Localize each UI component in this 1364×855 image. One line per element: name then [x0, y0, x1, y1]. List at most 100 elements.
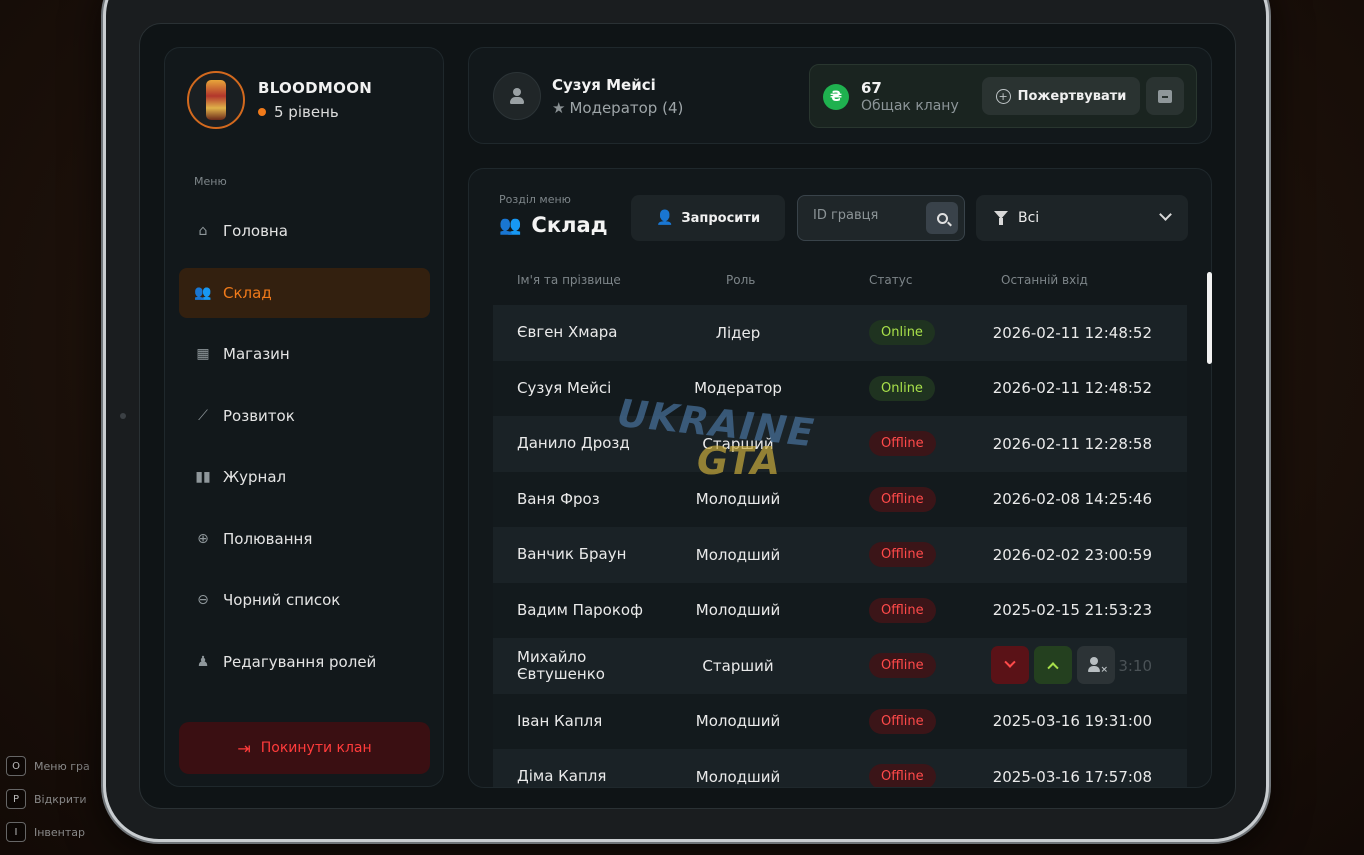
member-last-login: 2026-02-11 12:48:52: [992, 379, 1152, 398]
hint-inventory: I Інвентар: [6, 822, 85, 842]
demote-button[interactable]: [991, 646, 1029, 684]
chevron-up-icon: [1047, 662, 1059, 674]
page-title: 👥 Склад: [499, 213, 608, 237]
sidebar-item-edit-roles[interactable]: ♟ Редагування ролей: [179, 637, 430, 687]
sidebar-item-home[interactable]: ⌂ Головна: [179, 206, 430, 256]
sidebar-item-label: Чорний список: [223, 591, 341, 609]
section-caption: Розділ меню: [499, 193, 571, 206]
status-badge: Offline: [869, 486, 936, 512]
sidebar-item-label: Розвиток: [223, 406, 295, 425]
status-badge: Offline: [869, 764, 936, 787]
chevron-down-icon: [1159, 208, 1172, 221]
sidebar-item-label: Редагування ролей: [223, 652, 377, 671]
treasury-amount: 67: [861, 79, 882, 97]
user-settings-icon: ♟: [196, 653, 210, 670]
table-row[interactable]: Вадим Парокоф Молодший Offline 2025-02-1…: [493, 582, 1187, 638]
star-icon: ★: [552, 98, 566, 117]
clan-level-text: 5 рівень: [274, 103, 339, 121]
leave-clan-button[interactable]: ⇥ Покинути клан: [179, 722, 430, 774]
hint-key: P: [6, 789, 26, 809]
clan-level: 5 рівень: [258, 103, 372, 121]
table-row[interactable]: Данило Дрозд Старший Offline 2026-02-11 …: [493, 416, 1187, 472]
invite-label: Запросити: [681, 210, 761, 226]
hint-open: P Відкрити: [6, 789, 87, 809]
status-badge: Online: [869, 320, 935, 346]
table-row[interactable]: Сузуя Мейсі Модератор Online 2026-02-11 …: [493, 360, 1187, 416]
sidebar-item-label: Головна: [223, 222, 288, 240]
status-badge: Offline: [869, 542, 936, 568]
hint-label: Відкрити: [34, 792, 87, 806]
member-role: Старший: [702, 656, 774, 675]
column-header-role: Роль: [726, 273, 756, 287]
status-filter-dropdown[interactable]: Всі: [976, 195, 1188, 241]
hint-key: O: [6, 756, 26, 776]
scrollbar[interactable]: [1207, 272, 1212, 364]
player-id-search: [797, 195, 965, 241]
treasury-label: Общак клану: [861, 98, 959, 114]
member-role: Молодший: [695, 545, 781, 564]
basket-icon: ▦: [196, 346, 210, 362]
sidebar-item-label: Склад: [223, 283, 272, 302]
member-role: Лідер: [715, 323, 761, 342]
table-row[interactable]: Ванчик Браун Молодший Offline 2026-02-02…: [493, 527, 1187, 583]
current-user: Сузуя Мейсі ★ Модератор (4): [493, 72, 683, 120]
crosshair-icon: ⊕: [197, 530, 209, 547]
plus-circle-icon: +: [995, 88, 1011, 104]
table-row[interactable]: Ваня Фроз Молодший Offline 2026-02-08 14…: [493, 471, 1187, 527]
member-name: Євген Хмара: [517, 323, 618, 342]
add-user-icon: 👤: [655, 210, 674, 226]
invite-button[interactable]: 👤 Запросити: [631, 195, 785, 241]
search-button[interactable]: [926, 202, 958, 234]
table-row[interactable]: Іван Капля Молодший Offline 2025-03-16 1…: [493, 693, 1187, 749]
sidebar-item-journal[interactable]: ▮▮ Журнал: [179, 452, 430, 502]
status-badge: Offline: [869, 431, 936, 457]
member-name: Діма Капля: [517, 767, 607, 786]
hint-label: Інвентар: [34, 825, 86, 839]
hint-game-menu: O Меню гра: [6, 756, 90, 776]
sidebar-item-label: Журнал: [223, 468, 287, 486]
member-role: Молодший: [695, 601, 781, 620]
player-id-input[interactable]: [813, 208, 923, 223]
chart-icon: ⟋: [198, 407, 208, 424]
hint-label: Меню гра: [34, 759, 90, 773]
leave-clan-label: Покинути клан: [260, 740, 372, 756]
donate-label: Пожертвувати: [1017, 88, 1127, 104]
sidebar-item-label: Магазин: [223, 345, 290, 363]
member-role: Молодший: [695, 712, 781, 731]
members-table: Євген Хмара Лідер Online 2026-02-11 12:4…: [493, 305, 1187, 787]
home-icon: ⌂: [198, 223, 208, 239]
sidebar-item-development[interactable]: ⟋ Розвиток: [179, 391, 430, 441]
roster-panel: Розділ меню 👥 Склад 👤 Запросити Всі Ім': [468, 168, 1212, 788]
row-actions: ×: [991, 646, 1115, 684]
table-row[interactable]: Євген Хмара Лідер Online 2026-02-11 12:4…: [493, 305, 1187, 361]
member-name: Вадим Парокоф: [517, 600, 643, 619]
promote-button[interactable]: [1034, 646, 1072, 684]
member-role: Старший: [702, 434, 774, 453]
sidebar-item-hunting[interactable]: ⊕ Полювання: [179, 514, 430, 564]
book-icon: ▮▮: [195, 469, 211, 485]
donate-button[interactable]: + Пожертвувати: [982, 77, 1140, 115]
tablet-screen: BLOODMOON 5 рівень Меню ⌂ Головна 👥 Скла…: [139, 23, 1236, 809]
archive-button[interactable]: [1146, 77, 1184, 115]
level-dot-icon: [258, 108, 266, 116]
sidebar-item-label: Полювання: [223, 529, 313, 548]
member-name: Ваня Фроз: [517, 489, 600, 508]
hint-key: I: [6, 822, 26, 842]
clan-name: BLOODMOON: [258, 79, 373, 97]
remove-user-icon: ×: [1088, 657, 1108, 675]
tablet-frame: BLOODMOON 5 рівень Меню ⌂ Головна 👥 Скла…: [103, 0, 1269, 842]
table-row-hovered[interactable]: Михайло Євтушенко Старший Offline 3:10 ×: [493, 638, 1187, 694]
sidebar-item-blacklist[interactable]: ⊖ Чорний список: [179, 575, 430, 625]
exit-icon: ⇥: [237, 738, 251, 758]
member-role: Модератор: [694, 379, 782, 398]
sidebar-item-roster[interactable]: 👥 Склад: [179, 267, 430, 318]
member-name: Данило Дрозд: [517, 434, 630, 453]
table-row[interactable]: Діма Капля Молодший Offline 2025-03-16 1…: [493, 749, 1187, 787]
member-last-login: 2026-02-11 12:28:58: [992, 434, 1152, 453]
sidebar-item-shop[interactable]: ▦ Магазин: [179, 329, 430, 379]
hryvnia-coin-icon: ₴: [823, 84, 849, 110]
users-icon: 👥: [194, 284, 212, 301]
user-name: Сузуя Мейсі: [552, 75, 656, 94]
user-role: ★ Модератор (4): [552, 99, 683, 117]
kick-button[interactable]: ×: [1077, 646, 1115, 684]
